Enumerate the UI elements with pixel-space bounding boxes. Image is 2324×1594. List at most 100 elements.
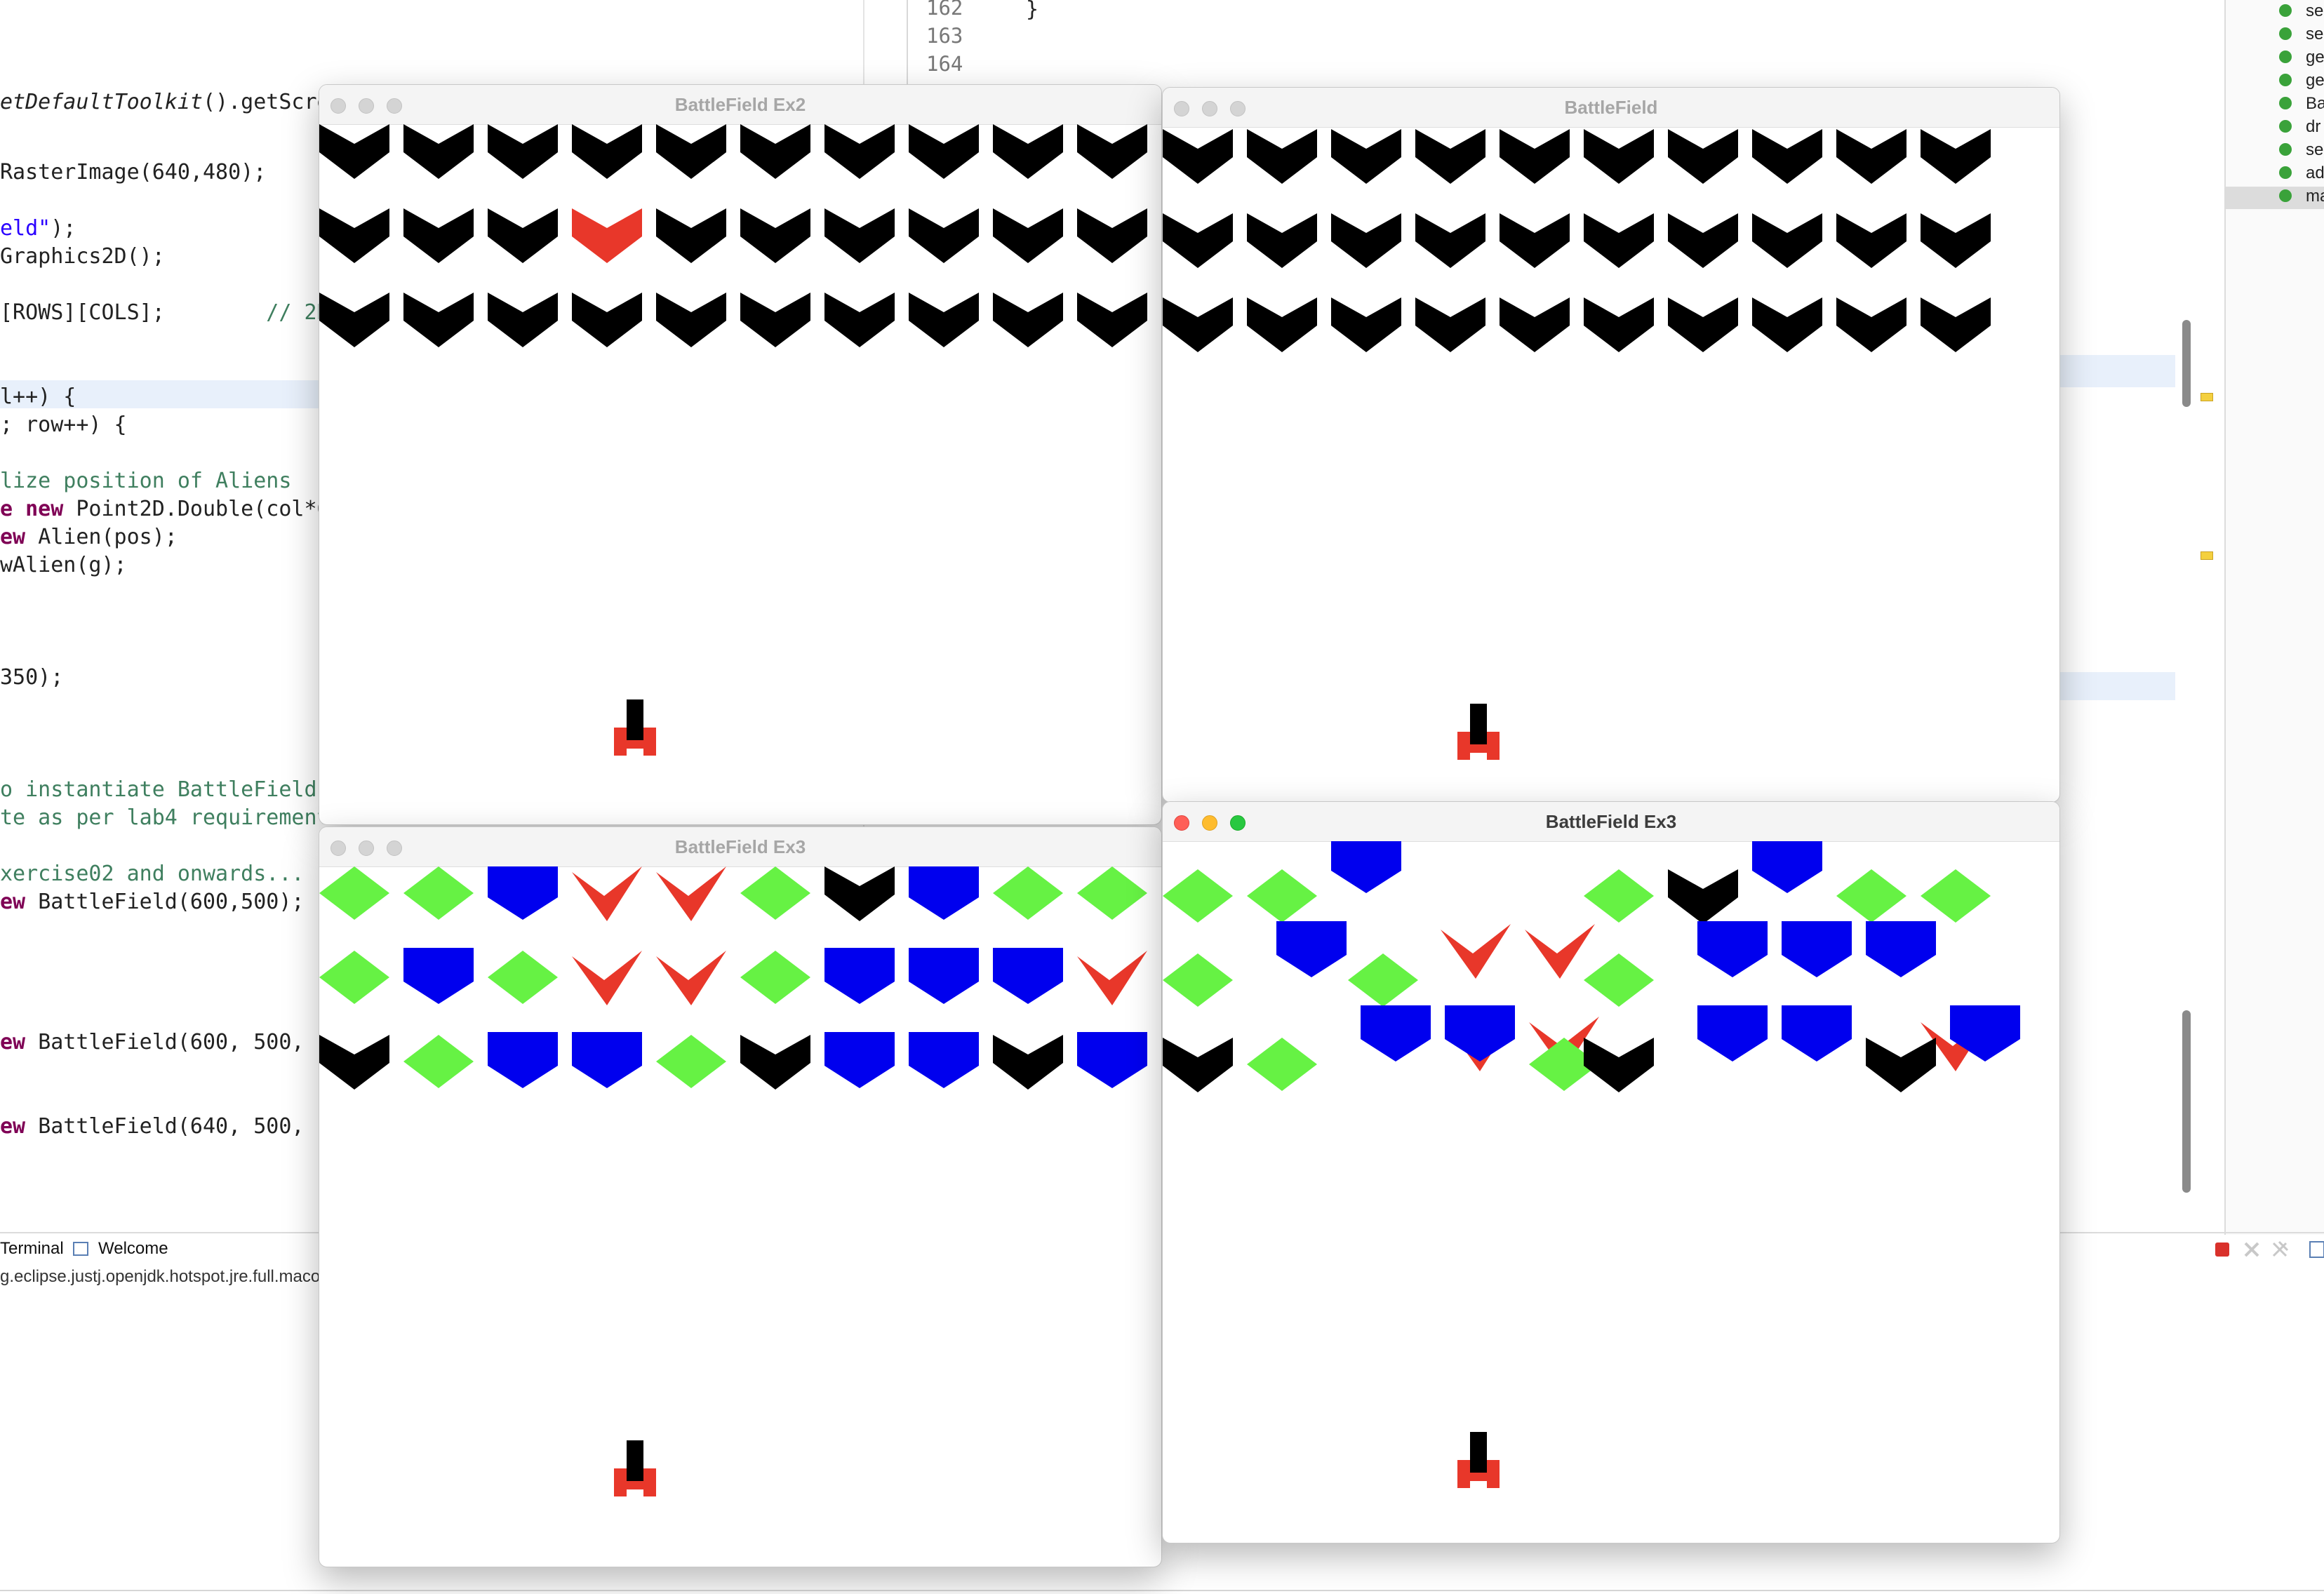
- code-token: BattleField(600, 500, 1: [38, 1030, 330, 1054]
- ship-barrel: [627, 699, 643, 740]
- alien-chevron: [1500, 297, 1570, 352]
- tab-welcome[interactable]: Welcome: [98, 1239, 168, 1259]
- alien-chevron: [319, 1035, 389, 1090]
- code-token: [ROWS][COLS];: [0, 300, 267, 325]
- remove-all-icon[interactable]: [2271, 1240, 2289, 1259]
- battlefield-window[interactable]: BattleField: [1162, 87, 2060, 803]
- code-line[interactable]: xercise02 and onwards...: [0, 860, 304, 888]
- alien-shield: [1866, 921, 1936, 977]
- battlefield-ex3-window[interactable]: BattleField Ex3: [319, 826, 1162, 1567]
- alien-red-v: [656, 951, 726, 1005]
- alien-chevron: [740, 208, 810, 263]
- alien-chevron: [1247, 129, 1317, 184]
- code-line[interactable]: l++) {: [0, 383, 76, 411]
- alien-chevron: [824, 293, 895, 347]
- code-token: BattleField(600,500);: [38, 890, 305, 914]
- outline-item[interactable]: ge: [2306, 71, 2324, 91]
- method-icon: [2279, 97, 2292, 109]
- code-line[interactable]: ew BattleField(640, 500, 14: [0, 1113, 342, 1141]
- outline-item[interactable]: Ba: [2306, 94, 2324, 114]
- code-line[interactable]: wAlien(g);: [0, 551, 127, 580]
- alien-chevron: [403, 208, 474, 263]
- code-line[interactable]: eld");: [0, 215, 76, 243]
- alien-chevron: [1921, 213, 1991, 268]
- window-title: BattleField Ex3: [1545, 811, 1677, 832]
- code-token: Graphics2D();: [0, 244, 165, 269]
- status-bar-line: [0, 1590, 2324, 1591]
- alien-shield: [1276, 921, 1347, 977]
- alien-chevron: [1415, 213, 1485, 268]
- battlefield-canvas[interactable]: [319, 866, 1161, 1567]
- alien-chevron: [1836, 129, 1906, 184]
- code-line[interactable]: ew Alien(pos);: [0, 523, 178, 551]
- welcome-icon: [73, 1242, 88, 1256]
- battlefield-canvas[interactable]: [1163, 841, 2059, 1543]
- code-line[interactable]: 350);: [0, 664, 63, 692]
- code-line[interactable]: Graphics2D();: [0, 243, 165, 271]
- alien-chevron: [1668, 129, 1738, 184]
- alien-chevron: [319, 124, 389, 179]
- alien-chevron: [1247, 213, 1317, 268]
- code-line[interactable]: ; row++) {: [0, 411, 127, 439]
- alien-shield: [488, 866, 558, 920]
- alien-chevron: [1500, 213, 1570, 268]
- outline-item[interactable]: dr: [2306, 117, 2320, 137]
- overview-marker[interactable]: [2201, 393, 2213, 401]
- alien-diamond: [740, 951, 810, 1004]
- alien-chevron: [824, 866, 895, 921]
- outline-item[interactable]: se: [2306, 140, 2323, 160]
- alien-red-v: [656, 866, 726, 921]
- alien-shield: [909, 866, 979, 920]
- current-line-highlight-right-2: [2049, 672, 2175, 700]
- code-line[interactable]: RasterImage(640,480);: [0, 159, 266, 187]
- outline-item[interactable]: ad: [2306, 163, 2324, 183]
- alien-chevron: [403, 293, 474, 347]
- line-number-gutter: [907, 0, 908, 84]
- alien-shield: [1752, 841, 1822, 893]
- outline-item[interactable]: ge: [2306, 48, 2324, 67]
- alien-chevron: [1752, 297, 1822, 352]
- alien-chevron: [319, 293, 389, 347]
- outline-item[interactable]: se: [2306, 25, 2323, 44]
- title-bar[interactable]: BattleField Ex3: [319, 827, 1161, 867]
- remove-launch-icon[interactable]: [2243, 1240, 2261, 1259]
- alien-diamond: [1348, 953, 1418, 1007]
- alien-chevron: [656, 208, 726, 263]
- outline-item[interactable]: ma: [2306, 187, 2324, 206]
- code-line[interactable]: [ROWS][COLS]; // 2D: [0, 299, 330, 327]
- alien-diamond: [1163, 869, 1233, 923]
- code-token: o instantiate BattleField a: [0, 777, 342, 802]
- console-view-icon[interactable]: [2309, 1240, 2324, 1259]
- battlefield-canvas[interactable]: [1163, 127, 2059, 802]
- method-icon: [2279, 120, 2292, 133]
- code-token: eld": [0, 216, 51, 241]
- battlefield-ex2-window[interactable]: BattleField Ex2: [319, 84, 1162, 825]
- code-line[interactable]: e new Point2D.Double(col*60: [0, 495, 342, 523]
- alien-diamond: [1584, 953, 1654, 1007]
- battlefield-canvas[interactable]: [319, 124, 1161, 824]
- battlefield-ex3-active-window[interactable]: BattleField Ex3: [1162, 801, 2060, 1543]
- code-line[interactable]: }: [1026, 0, 1039, 24]
- code-token: RasterImage(640,480);: [0, 160, 267, 185]
- alien-shield: [572, 1032, 642, 1088]
- alien-shield: [909, 1032, 979, 1088]
- title-bar[interactable]: BattleField Ex3: [1163, 802, 2059, 842]
- overview-marker[interactable]: [2201, 551, 2213, 560]
- code-token: ew: [0, 525, 39, 549]
- code-line[interactable]: ew BattleField(600,500);: [0, 888, 304, 916]
- alien-chevron: [993, 293, 1063, 347]
- code-line[interactable]: te as per lab4 requirements: [0, 804, 342, 832]
- code-line[interactable]: o instantiate BattleField a: [0, 776, 342, 804]
- title-bar[interactable]: BattleField: [1163, 88, 2059, 128]
- code-line[interactable]: etDefaultToolkit().getScre: [0, 88, 330, 116]
- title-bar[interactable]: BattleField Ex2: [319, 85, 1161, 125]
- outline-item[interactable]: se: [2306, 1, 2323, 21]
- tab-terminal[interactable]: Terminal: [0, 1239, 64, 1259]
- alien-chevron: [1668, 213, 1738, 268]
- editor-scrollbar-top[interactable]: [2182, 320, 2191, 407]
- code-line[interactable]: ew BattleField(600, 500, 1: [0, 1029, 330, 1057]
- editor-scrollbar-bottom[interactable]: [2182, 1010, 2191, 1193]
- terminate-icon[interactable]: [2213, 1240, 2231, 1259]
- code-line[interactable]: lize position of Aliens: [0, 467, 291, 495]
- line-number: 164: [926, 52, 963, 76]
